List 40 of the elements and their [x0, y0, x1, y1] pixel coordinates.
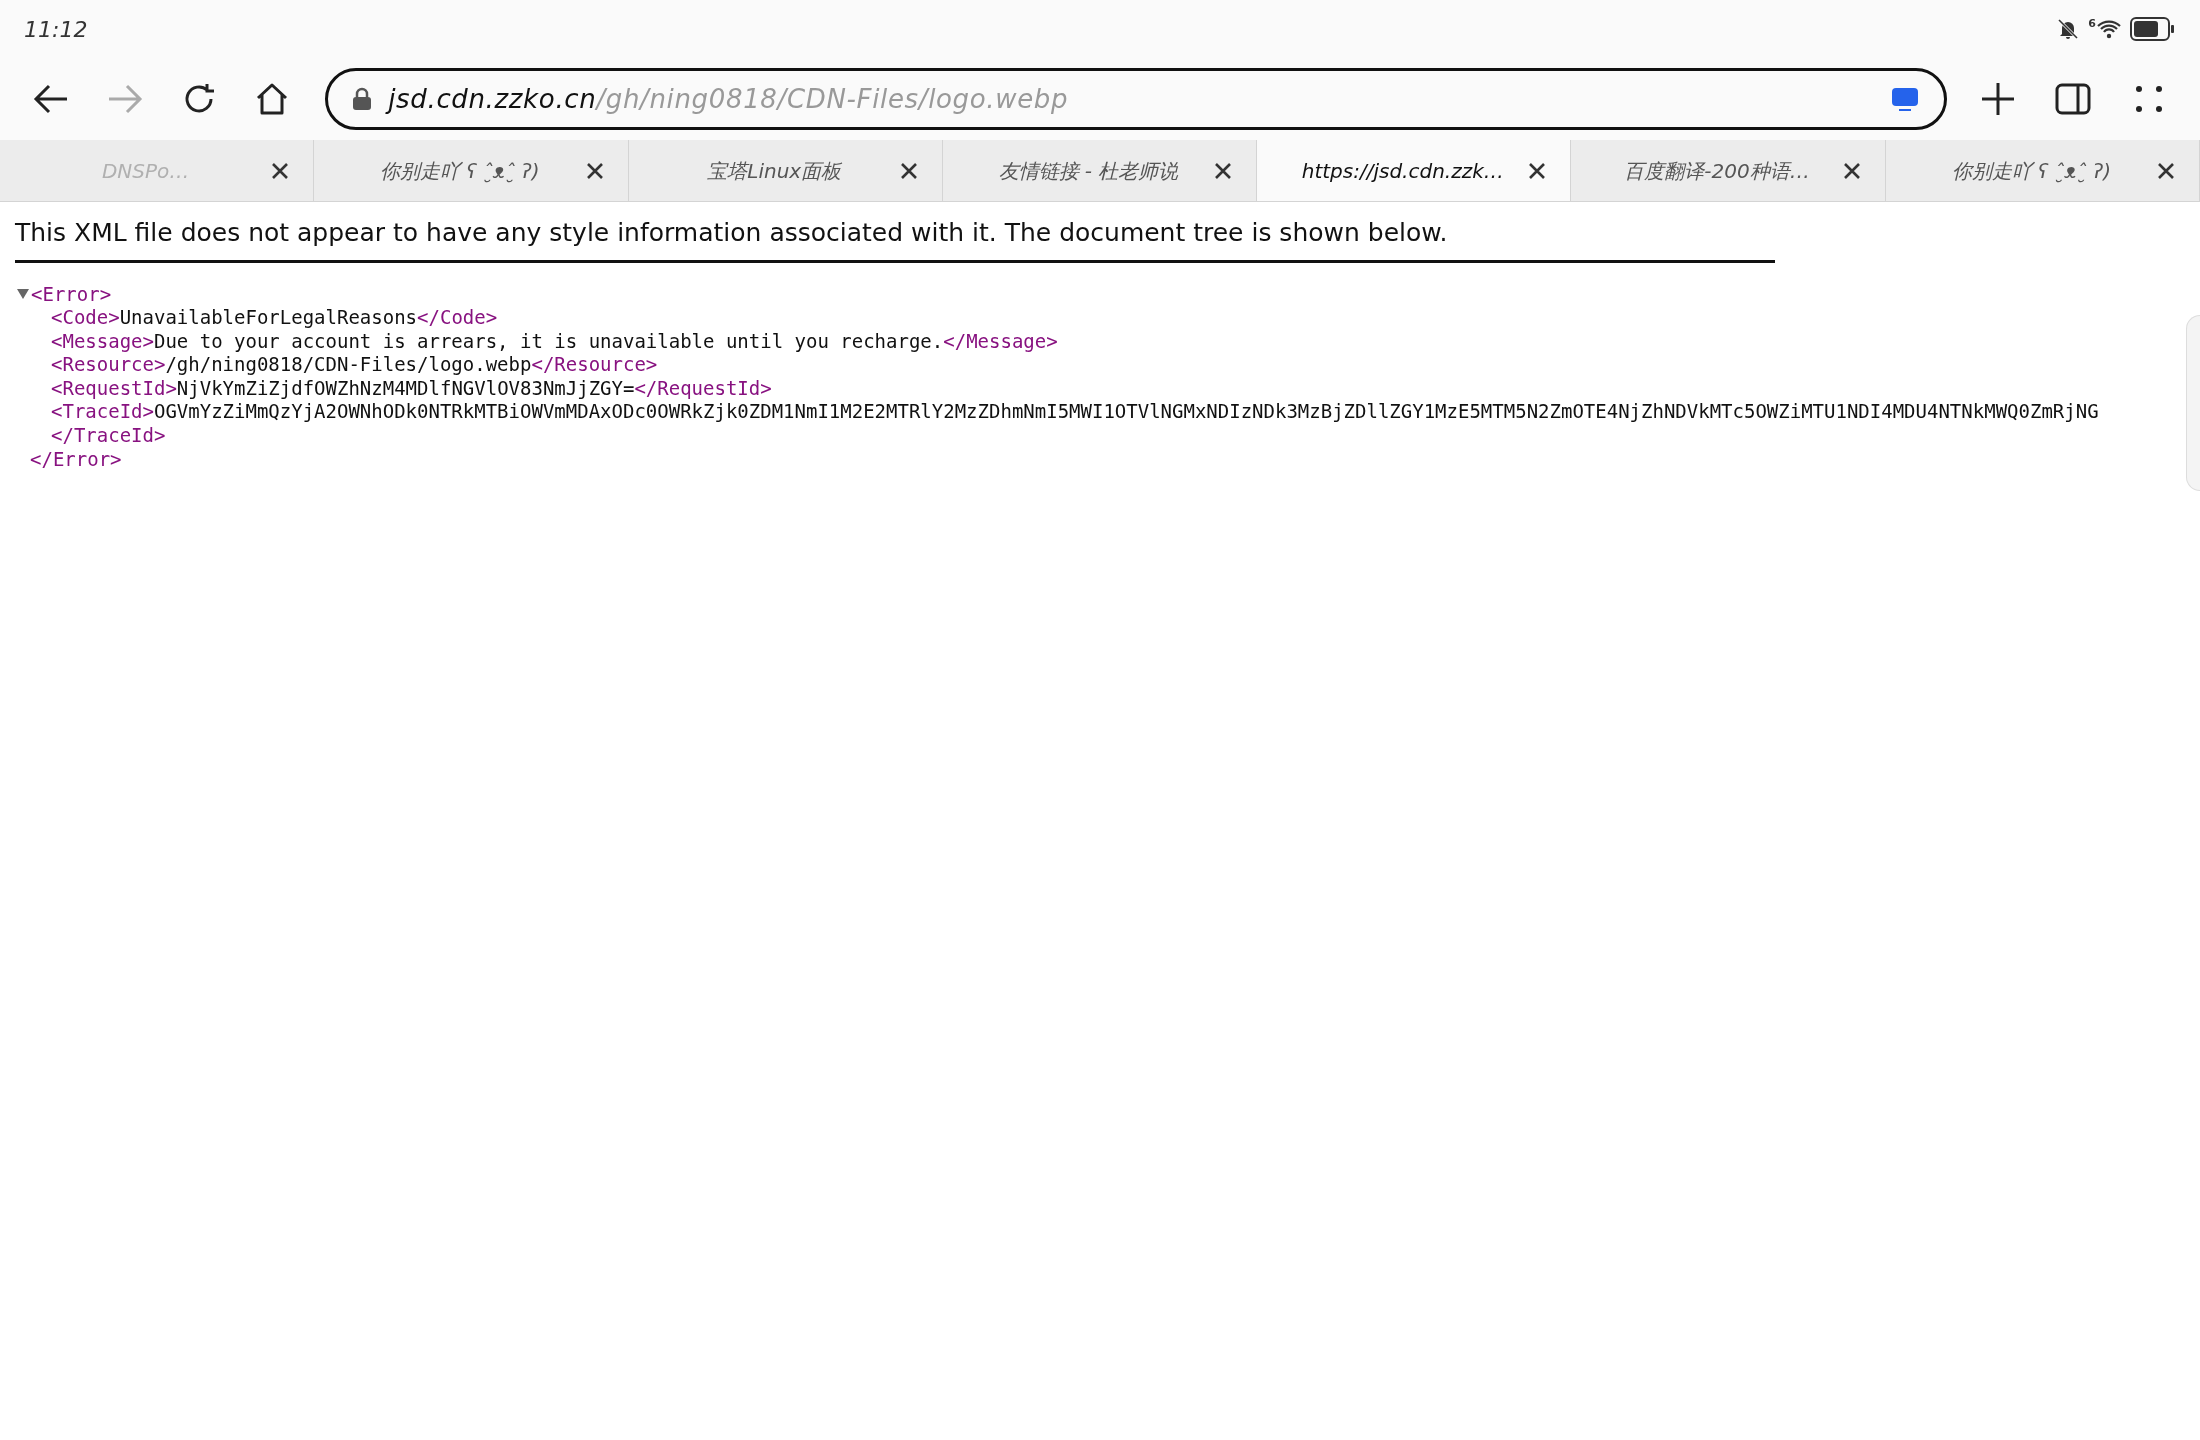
close-icon	[1213, 160, 1234, 181]
screen-cast-icon	[1889, 86, 1920, 112]
tab-title: DNSPo…	[100, 157, 191, 185]
wifi-icon	[2096, 18, 2122, 40]
browser-tab[interactable]: https://jsd.cdn.zzk…	[1257, 140, 1572, 201]
tab-title: 友情链接 - 杜老师说	[997, 157, 1180, 185]
forward-arrow-icon	[106, 83, 143, 115]
tab-title: 你别走吖 ʕ ˆ̮ᴥˆ̮ ʔ)	[379, 157, 541, 185]
side-panel-icon	[2055, 83, 2092, 115]
back-arrow-icon	[32, 83, 69, 115]
close-icon	[270, 160, 291, 181]
status-time: 11:12	[24, 15, 88, 44]
close-icon	[898, 160, 919, 181]
lock-icon	[352, 87, 373, 111]
url-path: /gh/ning0818/CDN-Files/logo.webp	[596, 82, 1069, 116]
battery-icon	[2130, 16, 2176, 42]
triangle-icon	[17, 289, 29, 300]
tab-title: 百度翻译-200种语…	[1623, 157, 1811, 185]
xml-line: <TraceId>OGVmYzZiMmQzYjA2OWNhODk0NTRkMTBiOWVmMDAxODc0OWRkZjk0ZDM1NmI1M2E2MTRlY2MzZDhmNmI5MWI1OTVlNGMxNDIzNDk3MzBjZDllZGY1MzE5MTM5N2ZmOTE4NjZhNDVkMTc5OWZiMTU1NDI4MDU4NTNkMWQ0ZmRjNG	[51, 400, 2099, 423]
network-label: 6	[2088, 18, 2096, 29]
notice-text: This XML file does not appear to have any style information associated with it. The document tree is shown below.	[15, 218, 1448, 247]
tab-title: https://jsd.cdn.zzk…	[1300, 157, 1505, 185]
close-icon	[1841, 160, 1862, 181]
xml-line: <Code>UnavailableForLegalReasons</Code>	[51, 306, 498, 329]
address-bar[interactable]: jsd.cdn.zzko.cn/gh/ning0818/CDN-Files/logo.webp	[325, 68, 1947, 130]
plus-icon	[1979, 81, 2016, 117]
close-icon	[1527, 160, 1548, 181]
tab-title: 你别走吖 ʕ ˆ̮ᴥˆ̮ ʔ)	[1950, 157, 2113, 185]
tab-title: 宝塔Linux面板	[706, 157, 843, 185]
xml-line: </TraceId>	[51, 424, 166, 447]
xml-line: <Message>Due to your account is arrears, it is unavailable until you recharge.</Message>	[51, 329, 1058, 352]
xml-line: <Resource>/gh/ning0818/CDN-Files/logo.webp</Resource>	[51, 353, 658, 376]
xml-line: <RequestId>NjVkYmZiZjdfOWZhNzM4MDlfNGVlOV83NmJjZGY=</RequestId>	[51, 376, 772, 399]
xml-tag: </Error>	[30, 447, 122, 470]
side-panel-handle[interactable]	[2186, 315, 2200, 491]
muted-bell-icon	[2056, 17, 2081, 41]
menu-dots-icon	[2134, 84, 2165, 114]
close-icon	[2155, 160, 2176, 181]
xml-tag: <Error>	[31, 282, 112, 307]
close-icon	[584, 160, 605, 181]
